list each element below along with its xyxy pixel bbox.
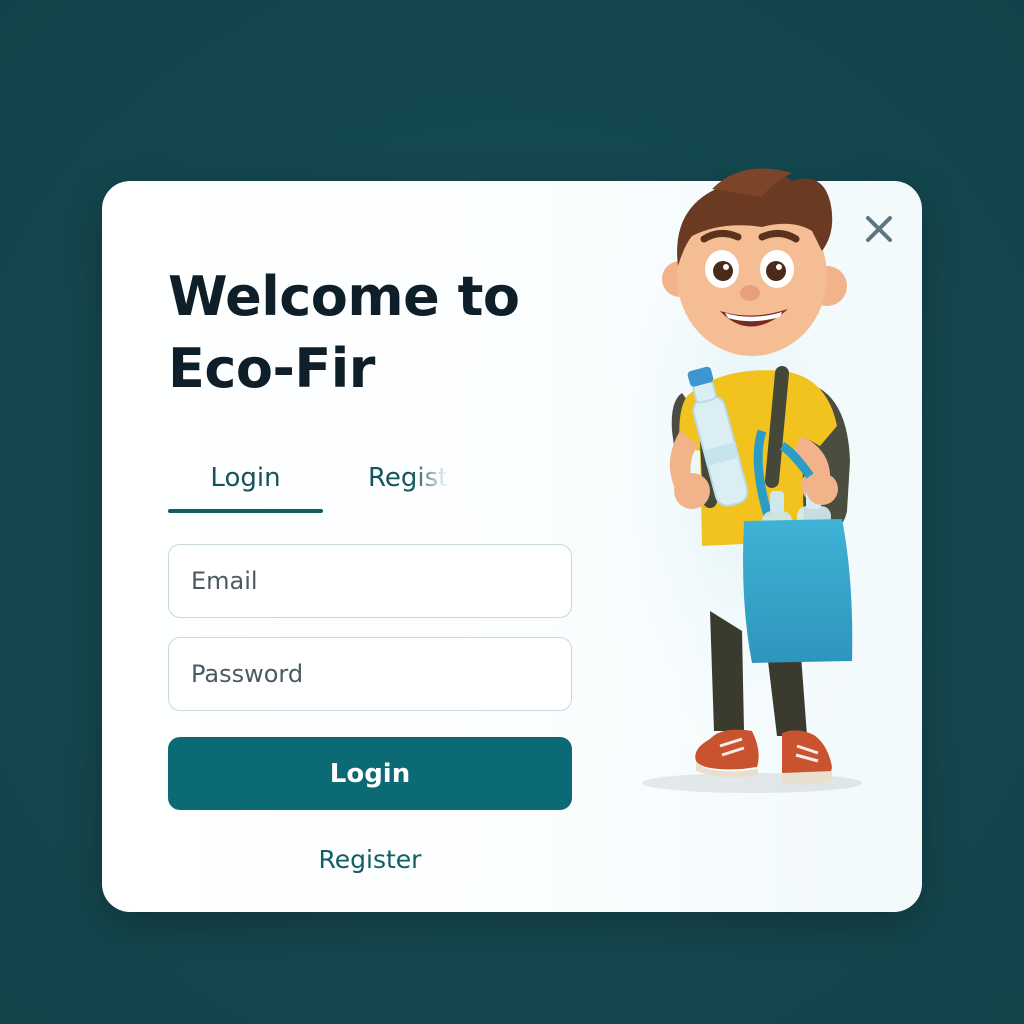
modal-title: Welcome to Eco-Fir — [168, 265, 520, 400]
active-tab-indicator — [168, 509, 323, 513]
login-modal: Welcome to Eco-Fir Login Register Login … — [102, 168, 922, 912]
close-icon[interactable] — [857, 207, 901, 251]
password-field[interactable] — [168, 637, 572, 711]
eco-kid-mascot-illustration — [602, 168, 872, 793]
register-link[interactable]: Register — [168, 845, 572, 874]
tab-register-label: Register — [368, 463, 448, 493]
login-button[interactable]: Login — [168, 737, 572, 810]
tab-login-label: Login — [210, 463, 281, 493]
tab-register[interactable]: Register — [368, 457, 448, 513]
tab-login[interactable]: Login — [168, 457, 323, 513]
auth-tabs: Login Register — [168, 457, 588, 517]
email-field[interactable] — [168, 544, 572, 618]
